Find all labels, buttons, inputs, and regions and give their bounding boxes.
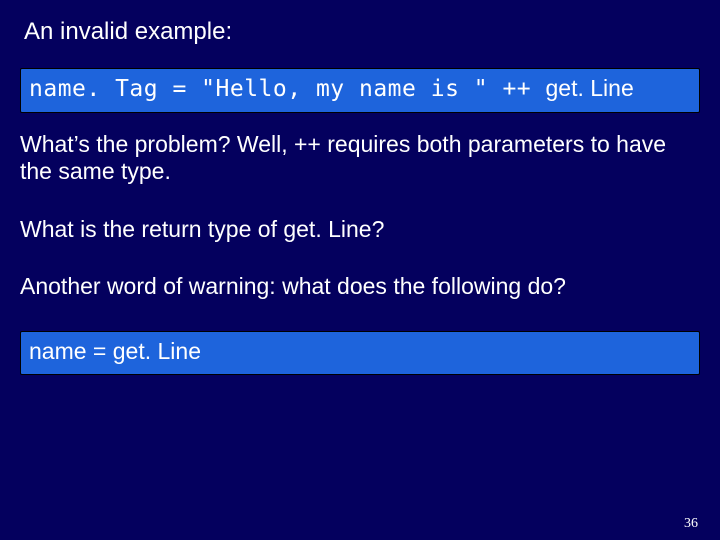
code-example-1: name. Tag = "Hello, my name is " ++ get.…: [20, 68, 700, 113]
paragraph-1: What’s the problem? Well, ++ requires bo…: [20, 131, 700, 186]
paragraph-3: Another word of warning: what does the f…: [20, 273, 700, 301]
slide: An invalid example: name. Tag = "Hello, …: [0, 0, 720, 540]
slide-title: An invalid example:: [24, 18, 700, 46]
code1-sans-part: get. Line: [546, 75, 634, 101]
page-number: 36: [684, 516, 698, 532]
paragraph-2: What is the return type of get. Line?: [20, 216, 700, 244]
code-example-2: name = get. Line: [20, 331, 700, 375]
code1-monospace-part: name. Tag = "Hello, my name is " ++: [29, 76, 546, 102]
code2-text: name = get. Line: [29, 338, 201, 364]
